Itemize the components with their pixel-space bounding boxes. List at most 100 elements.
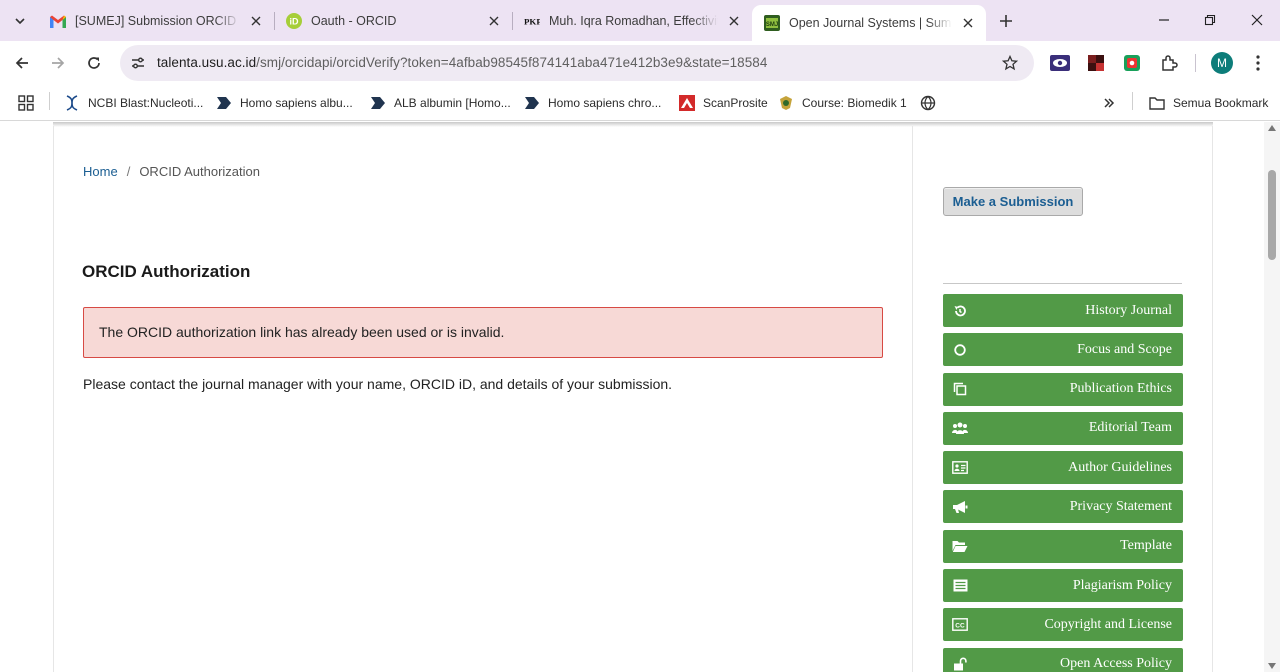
history-icon xyxy=(952,303,968,318)
ncbi-chevron-icon xyxy=(524,95,540,111)
reload-button[interactable] xyxy=(80,49,108,77)
forward-button[interactable] xyxy=(44,49,72,77)
sidebar-item-editorial-team[interactable]: Editorial Team xyxy=(943,411,1183,445)
restore-button[interactable] xyxy=(1187,0,1233,40)
bullhorn-icon xyxy=(952,499,968,514)
bookmark-label: ALB albumin [Homo... xyxy=(394,96,511,110)
breadcrumb-separator: / xyxy=(126,164,131,179)
sidebar-item-open-access-policy[interactable]: Open Access Policy xyxy=(943,647,1183,672)
close-icon[interactable] xyxy=(958,13,978,33)
list-icon xyxy=(952,578,968,593)
address-bar[interactable]: talenta.usu.ac.id/smj/orcidapi/orcidVeri… xyxy=(120,45,1034,81)
svg-text:CC: CC xyxy=(955,623,965,630)
tab-search-button[interactable] xyxy=(7,8,33,34)
page-viewport: Home / ORCID Authorization ORCID Authoriza… xyxy=(0,122,1264,672)
record-extension-icon[interactable] xyxy=(1122,53,1142,73)
tab-pkp[interactable]: PKP Muh. Iqra Romadhan, Effectivity xyxy=(512,6,752,36)
close-icon[interactable] xyxy=(724,11,744,31)
tab-title: Open Journal Systems | Sumate xyxy=(789,16,952,30)
sidebar-item-label: Privacy Statement xyxy=(1069,498,1172,514)
sidebar-item-label: Author Guidelines xyxy=(1068,459,1172,475)
bookmark-homo-albu[interactable]: Homo sapiens albu... xyxy=(216,92,353,114)
breadcrumb-home-link[interactable]: Home xyxy=(83,164,118,179)
sidebar-item-privacy-statement[interactable]: Privacy Statement xyxy=(943,490,1183,524)
toolbar-divider xyxy=(1195,54,1196,72)
scroll-down-arrow-icon[interactable] xyxy=(1268,663,1276,669)
sidebar-item-author-guidelines[interactable]: Author Guidelines xyxy=(943,451,1183,485)
bookmark-homo-chro[interactable]: Homo sapiens chro... xyxy=(524,92,661,114)
bookmark-divider xyxy=(1132,92,1133,110)
sidebar-item-template[interactable]: Template xyxy=(943,529,1183,563)
sidebar-item-copyright-license[interactable]: CC Copyright and License xyxy=(943,608,1183,642)
browser-toolbar: talenta.usu.ac.id/smj/orcidapi/orcidVeri… xyxy=(0,41,1280,85)
sidebar-item-label: History Journal xyxy=(1085,302,1172,318)
tab-strip: [SUMEJ] Submission ORCID - iq iD Oauth -… xyxy=(0,0,1280,41)
double-chevron-right-icon xyxy=(1101,95,1117,111)
sidebar-item-plagiarism-policy[interactable]: Plagiarism Policy xyxy=(943,569,1183,603)
folder-icon xyxy=(1149,95,1165,111)
close-icon[interactable] xyxy=(484,11,504,31)
minimize-icon xyxy=(1159,19,1169,21)
orcid-icon: iD xyxy=(286,13,302,29)
sidebar-item-history-journal[interactable]: History Journal xyxy=(943,294,1183,327)
url-host: talenta.usu.ac.id xyxy=(157,55,257,70)
close-window-button[interactable] xyxy=(1234,0,1280,40)
bookmarks-overflow-button[interactable] xyxy=(1101,92,1125,114)
dna-icon xyxy=(64,95,80,111)
grid-extension-icon[interactable] xyxy=(1086,53,1106,73)
url-path: /smj/orcidapi/orcidVerify?token=4afbab98… xyxy=(256,55,768,70)
sidebar-rule xyxy=(943,283,1182,284)
close-icon[interactable] xyxy=(246,11,266,31)
sidebar-item-publication-ethics[interactable]: Publication Ethics xyxy=(943,372,1183,406)
bookmark-globe[interactable] xyxy=(920,92,944,114)
pkp-icon: PKP xyxy=(524,13,540,29)
menu-kebab-icon[interactable] xyxy=(1248,51,1268,75)
make-submission-button[interactable]: Make a Submission xyxy=(943,187,1083,216)
page-title: ORCID Authorization xyxy=(82,262,251,281)
bookmark-label: NCBI Blast:Nucleoti... xyxy=(88,96,204,110)
id-card-icon xyxy=(952,460,968,475)
scroll-thumb[interactable] xyxy=(1268,170,1276,260)
users-icon xyxy=(952,421,968,436)
site-info-icon[interactable] xyxy=(126,51,150,75)
arrow-left-icon xyxy=(15,57,28,69)
tab-gmail[interactable]: [SUMEJ] Submission ORCID - iq xyxy=(38,6,274,36)
tab-title: Oauth - ORCID xyxy=(311,14,397,28)
globe-icon xyxy=(920,95,936,111)
restore-icon xyxy=(1204,14,1216,26)
minimize-button[interactable] xyxy=(1141,0,1187,40)
profile-avatar[interactable]: M xyxy=(1211,52,1233,74)
contact-instruction: Please contact the journal manager with … xyxy=(83,376,673,392)
all-bookmarks-button[interactable]: Semua Bookmark xyxy=(1149,92,1268,114)
bookmark-ncbi[interactable]: NCBI Blast:Nucleoti... xyxy=(64,92,203,114)
svg-text:iD: iD xyxy=(290,17,300,27)
ncbi-chevron-icon xyxy=(216,95,232,111)
tab-orcid[interactable]: iD Oauth - ORCID xyxy=(274,6,512,36)
bookmark-label: Homo sapiens albu... xyxy=(240,96,353,110)
gmail-icon xyxy=(50,13,66,29)
sidebar-item-label: Copyright and License xyxy=(1044,616,1172,632)
scroll-up-arrow-icon[interactable] xyxy=(1268,125,1276,131)
puzzle-extensions-icon[interactable] xyxy=(1159,53,1179,73)
tab-title: Muh. Iqra Romadhan, Effectivity xyxy=(549,14,718,28)
sidebar-item-focus-scope[interactable]: Focus and Scope xyxy=(943,333,1183,367)
back-button[interactable] xyxy=(8,49,36,77)
folder-open-icon xyxy=(952,539,968,554)
apps-grid-icon xyxy=(18,95,34,111)
bookmark-label: Homo sapiens chro... xyxy=(548,96,662,110)
arrow-right-icon xyxy=(52,57,65,69)
bookmark-scanprosite[interactable]: ScanProsite xyxy=(679,92,768,114)
plus-icon xyxy=(1000,15,1012,27)
tab-ojs-active[interactable]: SMJ Open Journal Systems | Sumate xyxy=(752,5,986,41)
bookmark-alb[interactable]: ALB albumin [Homo... xyxy=(370,92,511,114)
breadcrumb-current: ORCID Authorization xyxy=(139,164,260,179)
page-scrollbar[interactable] xyxy=(1264,122,1280,672)
bookmark-star-icon[interactable] xyxy=(1000,53,1020,73)
url-text[interactable]: talenta.usu.ac.id/smj/orcidapi/orcidVeri… xyxy=(157,55,767,70)
apps-grid-button[interactable] xyxy=(18,92,34,114)
eye-extension-icon[interactable] xyxy=(1050,53,1070,73)
bookmark-course[interactable]: Course: Biomedik 1 xyxy=(778,92,907,114)
new-tab-button[interactable] xyxy=(994,9,1018,33)
sidebar-item-label: Publication Ethics xyxy=(1069,381,1172,397)
cc-icon: CC xyxy=(952,617,968,632)
